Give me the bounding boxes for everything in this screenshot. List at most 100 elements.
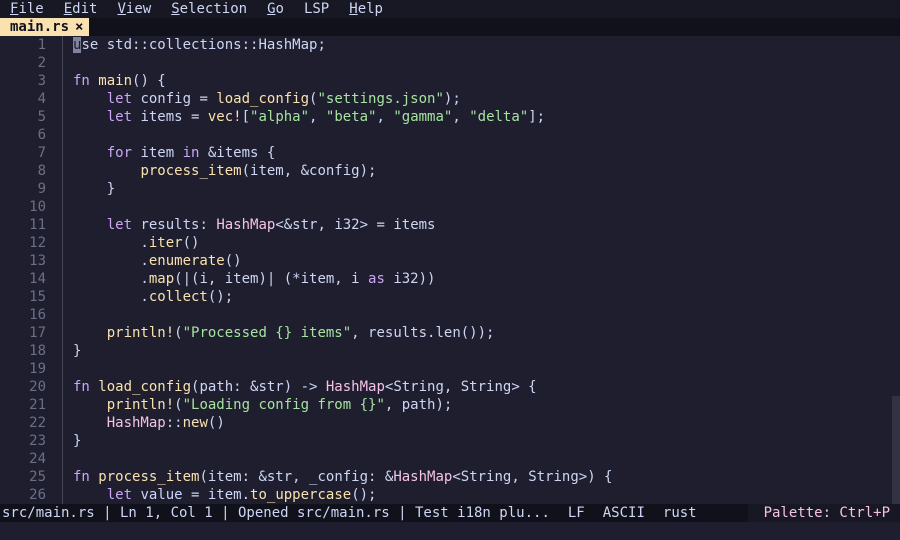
code-text: let value = item.to_uppercase(); — [106, 487, 377, 503]
menu-selection[interactable]: Selection — [161, 0, 257, 18]
line-number: 8 — [37, 163, 46, 179]
indent-guide — [62, 126, 63, 144]
indent-guide — [62, 432, 63, 450]
code-text: .map(|(i, item)| (*item, i as i32)) — [73, 271, 436, 287]
code-text: } — [73, 343, 82, 359]
line-ending[interactable]: LF — [568, 504, 585, 522]
tab-main-rs[interactable]: main.rs × — [0, 18, 90, 36]
indent-guide — [62, 144, 63, 162]
line-number: 9 — [37, 181, 46, 197]
line-number: 17 — [29, 325, 46, 341]
code-line: 8 process_item(item, &config); — [0, 162, 900, 180]
menu-lsp[interactable]: LSP — [294, 0, 339, 18]
menu-go[interactable]: Go — [257, 0, 294, 18]
status-right-group: LF ASCII rust — [568, 504, 697, 522]
code-text: HashMap::new() — [106, 415, 225, 431]
indent-guide — [62, 288, 63, 306]
indent-guide — [62, 252, 63, 270]
code-text: println!("Processed {} items", results.l… — [106, 325, 495, 341]
vertical-scrollbar[interactable] — [892, 36, 900, 504]
code-line: 23} — [0, 432, 900, 450]
line-number: 11 — [29, 217, 46, 233]
code-text: process_item(item, &config); — [140, 163, 377, 179]
indent-guide — [62, 36, 63, 54]
indent-guide — [62, 342, 63, 360]
code-line: 13 .enumerate() — [0, 252, 900, 270]
indent-guide — [62, 54, 63, 72]
line-number: 24 — [29, 451, 46, 467]
code-line: 6 — [0, 126, 900, 144]
line-number: 19 — [29, 361, 46, 377]
indent-guide — [62, 360, 63, 378]
encoding[interactable]: ASCII — [603, 504, 645, 522]
code-line: 3 fn main() { — [0, 72, 900, 90]
code-line: 7 for item in &items { — [0, 144, 900, 162]
line-number: 10 — [29, 199, 46, 215]
line-number: 2 — [37, 55, 46, 71]
indent-guide — [62, 90, 63, 108]
indent-guide — [62, 198, 63, 216]
line-number: 6 — [37, 127, 46, 143]
indent-guide — [62, 180, 63, 198]
menu-view[interactable]: View — [107, 0, 161, 18]
code-line: 25 fn process_item(item: &str, _config: &… — [0, 468, 900, 486]
indent-guide — [62, 324, 63, 342]
code-line: 2 — [0, 54, 900, 72]
tab-filename: main.rs — [10, 19, 70, 35]
code-line: 4 let config = load_config("settings.jso… — [0, 90, 900, 108]
code-text: .iter() — [73, 235, 200, 251]
code-text: fn main() { — [73, 73, 166, 89]
close-icon[interactable]: × — [75, 18, 83, 36]
line-number: 1 — [37, 37, 46, 53]
menu-edit[interactable]: Edit — [54, 0, 108, 18]
indent-guide — [62, 486, 63, 504]
scrollbar-thumb[interactable] — [892, 396, 900, 504]
bottom-panel — [0, 522, 900, 540]
code-line: 5 let items = vec!["alpha", "beta", "gam… — [0, 108, 900, 126]
scrollbar-track — [892, 36, 900, 396]
code-line: 9 } — [0, 180, 900, 198]
menu-file[interactable]: File — [0, 0, 54, 18]
menu-help[interactable]: Help — [339, 0, 393, 18]
code-line: 1 use std::collections::HashMap; — [0, 36, 900, 54]
code-line: 21 println!("Loading config from {}", pa… — [0, 396, 900, 414]
line-number: 12 — [29, 235, 46, 251]
indent-guide — [62, 270, 63, 288]
indent-guide — [62, 378, 63, 396]
code-line: 26 let value = item.to_uppercase(); — [0, 486, 900, 504]
code-line: 11 let results: HashMap<&str, i32> = ite… — [0, 216, 900, 234]
code-line: 20 fn load_config(path: &str) -> HashMap<… — [0, 378, 900, 396]
status-bar: src/main.rs | Ln 1, Col 1 | Opened src/m… — [0, 504, 900, 522]
indent-guide — [62, 234, 63, 252]
code-line: 18} — [0, 342, 900, 360]
line-number: 21 — [29, 397, 46, 413]
code-line: 24 — [0, 450, 900, 468]
code-line: 15 .collect(); — [0, 288, 900, 306]
command-palette-hint[interactable]: Palette: Ctrl+P — [747, 504, 900, 522]
indent-guide — [62, 162, 63, 180]
code-text: } — [73, 181, 116, 197]
indent-guide — [62, 414, 63, 432]
line-number: 20 — [29, 379, 46, 395]
line-number: 14 — [29, 271, 46, 287]
code-line: 10 — [0, 198, 900, 216]
code-text: use std::collections::HashMap; — [73, 37, 326, 53]
language-mode[interactable]: rust — [663, 504, 697, 522]
line-number: 7 — [37, 145, 46, 161]
code-editor[interactable]: 1 use std::collections::HashMap; 2 3 fn ma… — [0, 36, 900, 504]
code-text: let results: HashMap<&str, i32> = items — [106, 217, 436, 233]
indent-guide — [62, 72, 63, 90]
menu-bar: File Edit View Selection Go LSP Help — [0, 0, 900, 18]
code-text: let items = vec!["alpha", "beta", "gamma… — [106, 109, 546, 125]
line-number: 25 — [29, 469, 46, 485]
code-text: let config = load_config("settings.json"… — [106, 91, 461, 107]
code-text: .enumerate() — [73, 253, 242, 269]
line-number: 4 — [37, 91, 46, 107]
indent-guide — [62, 396, 63, 414]
line-number: 15 — [29, 289, 46, 305]
indent-guide — [62, 306, 63, 324]
indent-guide — [62, 216, 63, 234]
code-line: 19 — [0, 360, 900, 378]
line-number: 26 — [29, 487, 46, 503]
code-text: fn load_config(path: &str) -> HashMap<St… — [73, 379, 537, 395]
